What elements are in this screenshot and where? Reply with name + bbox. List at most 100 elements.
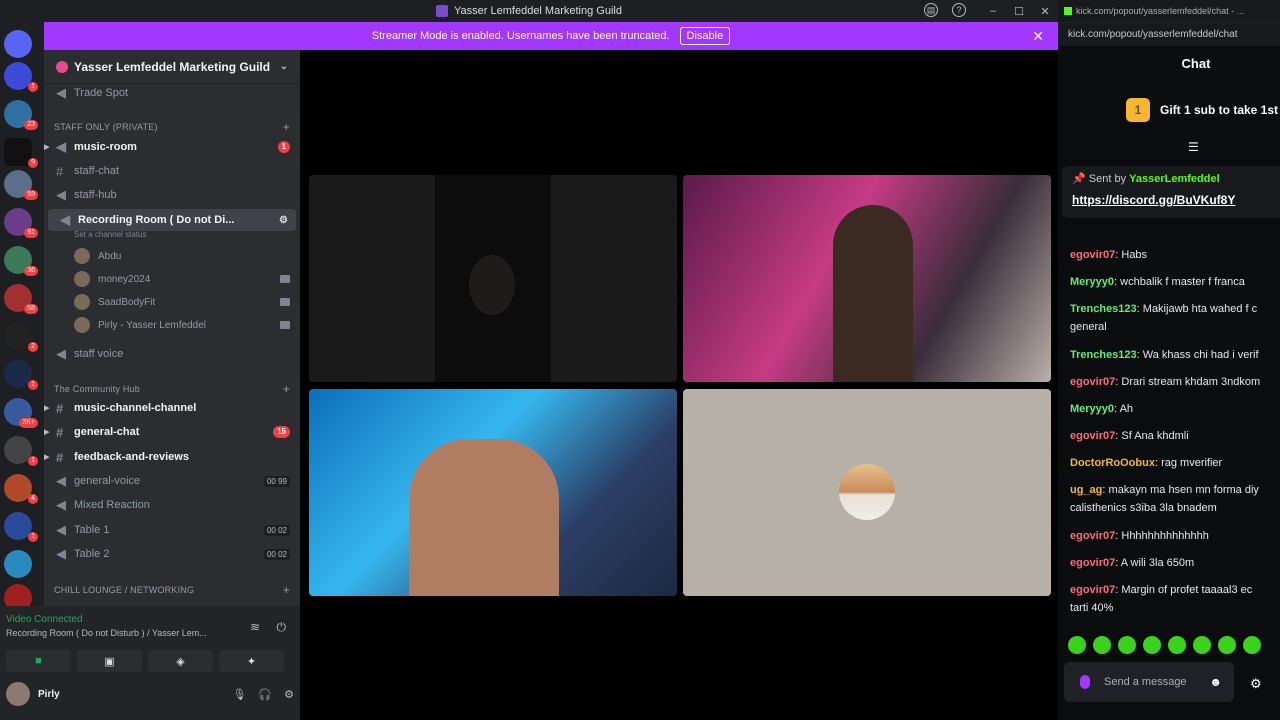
headphones-icon[interactable]: 🎧: [258, 688, 272, 701]
voice-actions: ■ ▣ ◈ ✦: [6, 650, 284, 672]
channel-staff-hub[interactable]: ◀ staff-hub: [44, 184, 300, 206]
home-icon[interactable]: [4, 30, 32, 58]
server-icon[interactable]: 1: [4, 62, 38, 92]
avatar[interactable]: [6, 682, 30, 706]
channel-music-channel[interactable]: ▶ # music-channel-channel: [44, 397, 300, 419]
voice-user[interactable]: Pirly - Yasser Lemfeddel: [74, 315, 290, 335]
pinned-link[interactable]: https://discord.gg/BuVKuf8Y: [1072, 193, 1280, 207]
emote-icon[interactable]: [1118, 636, 1136, 654]
close-window-icon[interactable]: ✕: [1032, 5, 1058, 18]
chat-username[interactable]: Trenches123: [1070, 349, 1137, 361]
noise-suppression-icon[interactable]: ≋: [250, 620, 260, 634]
channel-feedback[interactable]: ▶ # feedback-and-reviews: [44, 446, 300, 468]
chat-message: Meryyy0: Ah: [1070, 403, 1134, 415]
channel-general-chat[interactable]: ▶ # general-chat 15: [44, 421, 300, 443]
settings-gear-icon[interactable]: ⚙: [284, 688, 294, 701]
emote-icon[interactable]: [1068, 636, 1086, 654]
voice-status[interactable]: Video Connected: [6, 614, 83, 625]
chat-username[interactable]: egovir07: [1070, 249, 1115, 261]
chat-username[interactable]: egovir07: [1070, 430, 1115, 442]
add-channel-icon[interactable]: +: [283, 382, 290, 396]
server-icon[interactable]: 3K+: [4, 398, 38, 428]
disconnect-icon[interactable]: ⏻: [277, 620, 287, 635]
video-tile[interactable]: [309, 389, 677, 596]
chat-username[interactable]: Meryyy0: [1070, 276, 1114, 288]
server-icon[interactable]: 23: [4, 100, 38, 130]
chat-username[interactable]: egovir07: [1070, 557, 1115, 569]
chat-username[interactable]: egovir07: [1070, 584, 1115, 596]
close-banner-icon[interactable]: ✕: [1032, 28, 1044, 45]
disable-button[interactable]: Disable: [679, 27, 731, 45]
server-icon[interactable]: 1: [4, 436, 38, 466]
browser-tab[interactable]: kick.com/popout/yasserlemfeddel/chat - .…: [1058, 0, 1280, 22]
emote-icon[interactable]: [1143, 636, 1161, 654]
chat-username[interactable]: DoctorRoOobux: [1070, 457, 1155, 469]
chat-username[interactable]: egovir07: [1070, 530, 1115, 542]
emote-icon[interactable]: [1093, 636, 1111, 654]
server-icon[interactable]: 4: [4, 474, 38, 504]
server-icon[interactable]: 2: [4, 322, 38, 352]
voice-user[interactable]: Abdu: [74, 246, 290, 266]
chat-username[interactable]: Trenches123: [1070, 303, 1137, 315]
channel-staff-chat[interactable]: # staff-chat: [44, 160, 300, 182]
video-tile[interactable]: [309, 175, 677, 382]
server-icon[interactable]: [4, 550, 32, 578]
maximize-icon[interactable]: ☐: [1006, 5, 1032, 18]
emote-icon[interactable]: [1243, 636, 1261, 654]
video-tile[interactable]: [683, 389, 1051, 596]
server-icon[interactable]: 1: [4, 512, 38, 542]
chat-text: tarti 40%: [1070, 602, 1114, 614]
emote-icon[interactable]: [1193, 636, 1211, 654]
chat-input[interactable]: Send a message ☻: [1064, 662, 1234, 702]
channel-general-voice[interactable]: ◀ general-voice 00 99: [44, 470, 300, 492]
chat-username[interactable]: ug_ag: [1070, 484, 1102, 496]
microphone-icon[interactable]: 🎙: [232, 688, 246, 701]
kick-server-icon[interactable]: 9: [4, 138, 38, 168]
inbox-icon[interactable]: ▤: [924, 3, 938, 17]
server-header[interactable]: Yasser Lemfeddel Marketing Guild ⌄: [44, 50, 300, 84]
channel-trade-spot[interactable]: ◀ Trade Spot: [44, 82, 300, 104]
speaker-icon: ◀: [56, 346, 66, 361]
server-icon[interactable]: 59: [4, 170, 38, 200]
server-icon[interactable]: 36: [4, 246, 38, 276]
voice-user[interactable]: money2024: [74, 269, 290, 289]
voice-user[interactable]: SaadBodyFit: [74, 292, 290, 312]
chat-settings-icon[interactable]: ⚙: [1250, 676, 1262, 692]
expand-icon[interactable]: ☰: [1188, 140, 1199, 154]
chat-text: Hhhhhhhhhhhhhh: [1121, 530, 1209, 542]
add-channel-icon[interactable]: +: [283, 583, 290, 597]
channel-mixed-reaction[interactable]: ◀ Mixed Reaction: [44, 494, 300, 516]
channel-table-1[interactable]: ◀ Table 1 00 02: [44, 519, 300, 541]
address-bar[interactable]: kick.com/popout/yasserlemfeddel/chat: [1058, 22, 1280, 46]
voice-channel[interactable]: Recording Room ( Do not Disturb ) / Yass…: [6, 628, 207, 638]
help-icon[interactable]: ?: [952, 3, 966, 17]
server-icon[interactable]: 58: [4, 284, 38, 314]
chat-username[interactable]: Meryyy0: [1070, 403, 1114, 415]
category-chill[interactable]: CHILL LOUNGE / NETWORKING +: [54, 583, 290, 597]
category-staff[interactable]: STAFF ONLY (PRIVATE) +: [54, 120, 290, 134]
minimize-icon[interactable]: –: [980, 5, 1006, 17]
hash-icon: #: [56, 163, 64, 179]
channel-staff-voice[interactable]: ◀ staff voice: [44, 343, 300, 365]
emote-icon[interactable]: [1168, 636, 1186, 654]
channel-recording-room[interactable]: ◀ Recording Room ( Do not Di... ⚙: [48, 209, 296, 231]
emoji-icon[interactable]: ☻: [1209, 675, 1222, 689]
server-icon[interactable]: 1: [4, 360, 38, 390]
activity-button[interactable]: ◈: [148, 650, 213, 672]
video-tile[interactable]: [683, 175, 1051, 382]
channel-status[interactable]: Set a channel status: [74, 230, 147, 239]
channel-music-room[interactable]: ▶ ◀ music-room 1: [44, 136, 300, 158]
server-icon[interactable]: 91: [4, 208, 38, 238]
chevron-down-icon[interactable]: ⌄: [280, 61, 288, 72]
screen-share-button[interactable]: ▣: [77, 650, 142, 672]
channel-table-2[interactable]: ◀ Table 2 00 02: [44, 543, 300, 565]
chat-username[interactable]: egovir07: [1070, 376, 1115, 388]
channel-label: general-voice: [74, 475, 141, 487]
add-channel-icon[interactable]: +: [283, 120, 290, 134]
category-community[interactable]: The Community Hub +: [54, 382, 290, 396]
camera-button[interactable]: ■: [6, 650, 71, 672]
emote-icon[interactable]: [1218, 636, 1236, 654]
settings-gear-icon[interactable]: ⚙: [279, 215, 288, 226]
soundboard-button[interactable]: ✦: [219, 650, 284, 672]
gift-banner[interactable]: 1 Gift 1 sub to take 1st: [1126, 98, 1278, 122]
